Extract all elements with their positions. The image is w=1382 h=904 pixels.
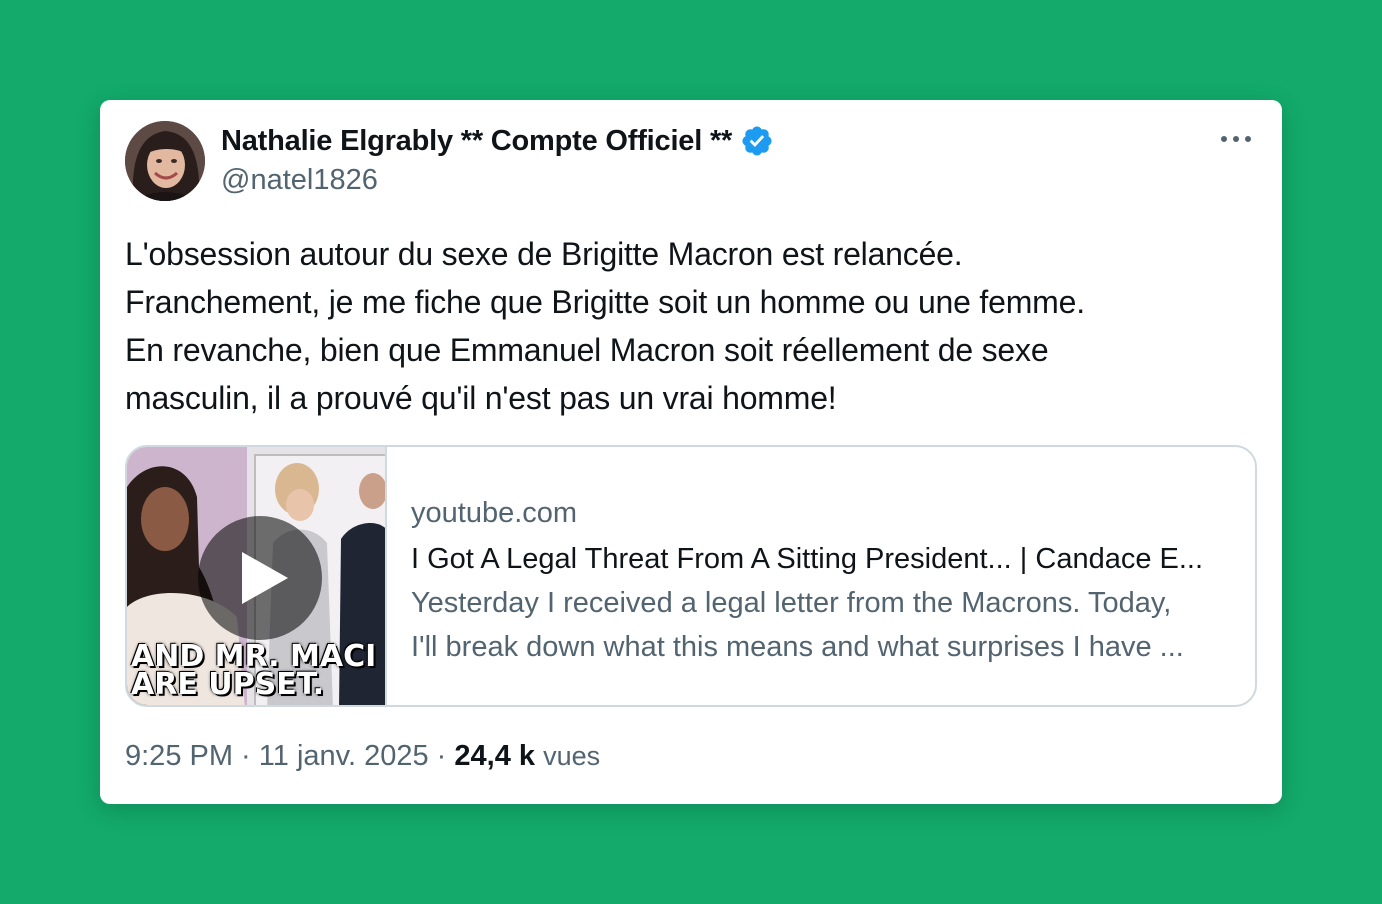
views-count: 24,4 k (454, 740, 536, 772)
play-button[interactable] (198, 516, 322, 640)
tweet-footer: 9:25 PM · 11 janv. 2025 · 24,4 k vues (125, 740, 600, 773)
more-dot (1233, 136, 1239, 142)
link-description-line: Yesterday I received a legal letter from… (411, 587, 1172, 619)
avatar[interactable] (125, 121, 205, 201)
play-icon (242, 552, 288, 604)
tweet-line: L'obsession autour du sexe de Brigitte M… (125, 236, 963, 272)
tweet-line: En revanche, bien que Emmanuel Macron so… (125, 332, 1049, 368)
tweet-card: Nathalie Elgrably ** Compte Officiel ** … (100, 100, 1282, 804)
link-domain: youtube.com (411, 497, 578, 529)
tweet-text: L'obsession autour du sexe de Brigitte M… (125, 230, 1255, 422)
tweet-line: masculin, il a prouvé qu'il n'est pas un… (125, 380, 837, 416)
video-thumbnail[interactable]: AND MR. MACI ARE UPSET. (127, 447, 387, 705)
more-dot (1245, 136, 1251, 142)
more-dot (1221, 136, 1227, 142)
views-label: vues (543, 741, 601, 771)
thumbnail-caption: AND MR. MACI ARE UPSET. (131, 639, 377, 702)
link-title: I Got A Legal Threat From A Sitting Pres… (411, 543, 1204, 575)
author-name-row: Nathalie Elgrably ** Compte Officiel ** (221, 124, 774, 158)
link-preview-card[interactable]: AND MR. MACI ARE UPSET. youtube.com I Go… (125, 445, 1257, 707)
verified-badge-icon (740, 124, 774, 158)
separator: · (233, 740, 259, 772)
tweet-line: Franchement, je me fiche que Brigitte so… (125, 284, 1085, 320)
link-description-line: I'll break down what this means and what… (411, 631, 1184, 663)
tweet-time[interactable]: 9:25 PM (125, 740, 233, 772)
separator: · (428, 740, 455, 772)
tweet-date[interactable]: 11 janv. 2025 (259, 740, 429, 772)
link-meta: youtube.com I Got A Legal Threat From A … (387, 447, 1237, 705)
more-options-icon[interactable] (1218, 126, 1254, 152)
author-handle[interactable]: @natel1826 (221, 164, 378, 197)
author-name[interactable]: Nathalie Elgrably ** Compte Officiel ** (221, 125, 732, 158)
